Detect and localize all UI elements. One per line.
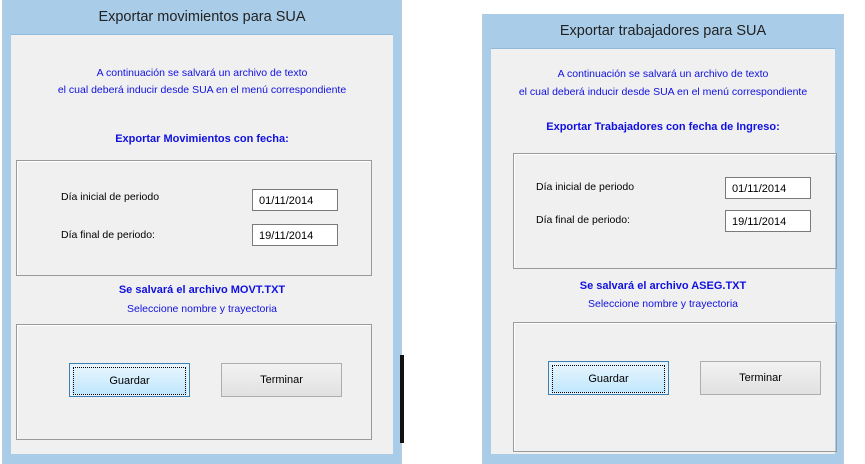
title-bar[interactable]: Exportar trabajadores para SUA	[483, 14, 843, 49]
file-note: Se salvará el archivo MOVT.TXT	[118, 284, 286, 296]
title-bar[interactable]: Exportar movimientos para SUA	[3, 0, 401, 35]
intro-text-line1: A continuación se salvará un archivo de …	[557, 68, 769, 80]
start-date-field[interactable]: 01/11/2014	[252, 189, 338, 211]
save-button[interactable]: Guardar	[69, 363, 190, 397]
export-movements-dialog: Exportar movimientos para SUA A continua…	[2, 0, 402, 464]
dialog-body: A continuación se salvará un archivo de …	[491, 49, 837, 454]
start-date-field[interactable]: 01/11/2014	[725, 177, 811, 199]
date-range-group: Día inicial de periodo 01/11/2014 Día fi…	[16, 160, 372, 276]
intro-text-line2: el cual deberá inducir desde SUA en el m…	[518, 86, 808, 98]
actions-group: Guardar Terminar	[513, 322, 837, 452]
save-button[interactable]: Guardar	[548, 361, 669, 395]
end-date-label: Día final de periodo:	[536, 214, 630, 226]
finish-button[interactable]: Terminar	[700, 361, 821, 395]
actions-group: Guardar Terminar	[16, 324, 372, 440]
background-window-edge	[400, 355, 404, 443]
start-date-label: Día inicial de periodo	[536, 181, 635, 193]
save-button-label: Guardar	[73, 367, 186, 395]
date-range-group: Día inicial de periodo 01/11/2014 Día fi…	[513, 153, 837, 269]
export-heading: Exportar Movimientos con fecha:	[115, 133, 289, 145]
intro-text-line1: A continuación se salvará un archivo de …	[96, 67, 308, 79]
export-heading: Exportar Trabajadores con fecha de Ingre…	[546, 121, 780, 133]
dialog-title: Exportar movimientos para SUA	[98, 9, 306, 25]
file-note: Se salvará el archivo ASEG.TXT	[579, 280, 747, 292]
end-date-field[interactable]: 19/11/2014	[725, 210, 811, 232]
end-date-label: Día final de periodo:	[61, 229, 155, 241]
save-button-label: Guardar	[552, 365, 665, 393]
intro-text-line2: el cual deberá inducir desde SUA en el m…	[57, 84, 347, 96]
start-date-label: Día inicial de periodo	[61, 191, 160, 203]
end-date-field[interactable]: 19/11/2014	[252, 224, 338, 246]
dialog-title: Exportar trabajadores para SUA	[559, 23, 767, 39]
select-note: Seleccione nombre y trayectoria	[127, 303, 277, 315]
dialog-body: A continuación se salvará un archivo de …	[11, 35, 393, 454]
select-note: Seleccione nombre y trayectoria	[588, 298, 738, 310]
finish-button[interactable]: Terminar	[221, 363, 342, 397]
export-workers-dialog: Exportar trabajadores para SUA A continu…	[482, 14, 844, 464]
